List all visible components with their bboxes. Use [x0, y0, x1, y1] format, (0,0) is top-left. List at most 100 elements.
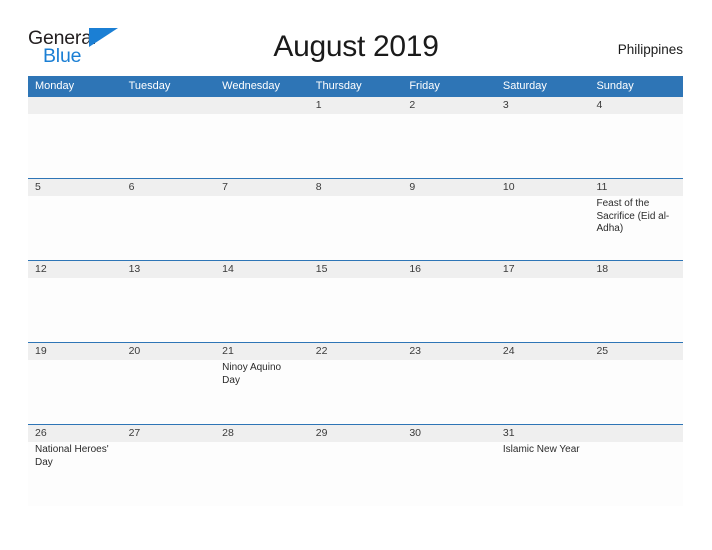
week-dates-strip: 19 20 21 22 23 24 25: [28, 343, 683, 360]
day-event-text[interactable]: [215, 114, 309, 178]
date-number[interactable]: 16: [402, 261, 496, 278]
date-number[interactable]: 22: [309, 343, 403, 360]
day-event-text[interactable]: [589, 278, 683, 342]
week-dates-strip: 12 13 14 15 16 17 18: [28, 261, 683, 278]
day-event-text[interactable]: [309, 196, 403, 260]
day-event-text[interactable]: [28, 360, 122, 424]
weekday-tuesday: Tuesday: [128, 80, 171, 92]
date-number[interactable]: 14: [215, 261, 309, 278]
day-event-text[interactable]: [589, 442, 683, 506]
day-event-text[interactable]: [122, 442, 216, 506]
day-event-text[interactable]: [589, 114, 683, 178]
date-number[interactable]: 7: [215, 179, 309, 196]
day-event-text[interactable]: [309, 442, 403, 506]
date-number[interactable]: 12: [28, 261, 122, 278]
day-event-text[interactable]: [402, 360, 496, 424]
date-number[interactable]: 1: [309, 97, 403, 114]
day-event-text[interactable]: [122, 114, 216, 178]
week-events-strip: Ninoy Aquino Day: [28, 360, 683, 424]
generalblue-logo[interactable]: General Blue: [28, 27, 120, 71]
day-event-text[interactable]: National Heroes' Day: [28, 442, 122, 506]
day-event-text[interactable]: [589, 360, 683, 424]
date-number[interactable]: [28, 97, 122, 114]
logo-text-blue: Blue: [43, 45, 82, 67]
day-event-text[interactable]: [215, 196, 309, 260]
date-number[interactable]: 21: [215, 343, 309, 360]
date-number[interactable]: [122, 97, 216, 114]
day-event-text[interactable]: [215, 278, 309, 342]
date-number[interactable]: 6: [122, 179, 216, 196]
weekday-monday: Monday: [35, 80, 75, 92]
date-number[interactable]: 11: [589, 179, 683, 196]
date-number[interactable]: 3: [496, 97, 590, 114]
day-event-text[interactable]: [122, 360, 216, 424]
week-events-strip: [28, 278, 683, 342]
date-number[interactable]: 29: [309, 425, 403, 442]
day-event-text[interactable]: [496, 196, 590, 260]
logo-flag-icon: [89, 28, 118, 47]
day-event-text[interactable]: [309, 278, 403, 342]
week-row: 5 6 7 8 9 10 11 Feast of the Sacrifice (…: [28, 178, 683, 260]
date-number[interactable]: 13: [122, 261, 216, 278]
calendar-page: General Blue Philippines August 2019 Mon…: [0, 0, 712, 550]
date-number[interactable]: 18: [589, 261, 683, 278]
day-event-text[interactable]: [309, 114, 403, 178]
day-event-text[interactable]: [496, 278, 590, 342]
date-number[interactable]: 10: [496, 179, 590, 196]
week-events-strip: National Heroes' Day Islamic New Year: [28, 442, 683, 506]
date-number[interactable]: 26: [28, 425, 122, 442]
date-number[interactable]: 15: [309, 261, 403, 278]
day-event-text[interactable]: [215, 442, 309, 506]
day-event-text[interactable]: Feast of the Sacrifice (Eid al-Adha): [589, 196, 683, 260]
date-number[interactable]: 28: [215, 425, 309, 442]
date-number[interactable]: 24: [496, 343, 590, 360]
date-number[interactable]: [215, 97, 309, 114]
page-header: General Blue Philippines: [28, 26, 683, 72]
day-event-text[interactable]: [28, 278, 122, 342]
week-events-strip: Feast of the Sacrifice (Eid al-Adha): [28, 196, 683, 260]
day-event-text[interactable]: [28, 114, 122, 178]
date-number[interactable]: 4: [589, 97, 683, 114]
weekday-wednesday: Wednesday: [222, 80, 281, 92]
weekday-header-row: Monday Tuesday Wednesday Thursday Friday…: [28, 76, 683, 96]
day-event-text[interactable]: [402, 114, 496, 178]
day-event-text[interactable]: Ninoy Aquino Day: [215, 360, 309, 424]
week-row: 12 13 14 15 16 17 18: [28, 260, 683, 342]
week-row: 26 27 28 29 30 31 National Heroes' Day I…: [28, 424, 683, 506]
week-dates-strip: 26 27 28 29 30 31: [28, 425, 683, 442]
day-event-text[interactable]: [496, 360, 590, 424]
week-dates-strip: 5 6 7 8 9 10 11: [28, 179, 683, 196]
week-row: 1 2 3 4: [28, 96, 683, 178]
week-row: 19 20 21 22 23 24 25 Ninoy Aquino Day: [28, 342, 683, 424]
weekday-thursday: Thursday: [315, 80, 362, 92]
weekday-sunday: Sunday: [596, 80, 634, 92]
day-event-text[interactable]: [496, 114, 590, 178]
date-number[interactable]: 9: [402, 179, 496, 196]
weekday-friday: Friday: [409, 80, 440, 92]
date-number[interactable]: 23: [402, 343, 496, 360]
weekday-saturday: Saturday: [502, 80, 547, 92]
day-event-text[interactable]: [402, 442, 496, 506]
week-events-strip: [28, 114, 683, 178]
date-number[interactable]: 8: [309, 179, 403, 196]
day-event-text[interactable]: Islamic New Year: [496, 442, 590, 506]
date-number[interactable]: 25: [589, 343, 683, 360]
calendar-grid: Monday Tuesday Wednesday Thursday Friday…: [28, 76, 683, 506]
date-number[interactable]: 17: [496, 261, 590, 278]
date-number[interactable]: [589, 425, 683, 442]
day-event-text[interactable]: [122, 196, 216, 260]
date-number[interactable]: 31: [496, 425, 590, 442]
date-number[interactable]: 2: [402, 97, 496, 114]
date-number[interactable]: 30: [402, 425, 496, 442]
day-event-text[interactable]: [28, 196, 122, 260]
date-number[interactable]: 19: [28, 343, 122, 360]
day-event-text[interactable]: [122, 278, 216, 342]
country-label: Philippines: [617, 41, 683, 57]
day-event-text[interactable]: [309, 360, 403, 424]
date-number[interactable]: 27: [122, 425, 216, 442]
week-dates-strip: 1 2 3 4: [28, 97, 683, 114]
day-event-text[interactable]: [402, 196, 496, 260]
date-number[interactable]: 20: [122, 343, 216, 360]
date-number[interactable]: 5: [28, 179, 122, 196]
day-event-text[interactable]: [402, 278, 496, 342]
